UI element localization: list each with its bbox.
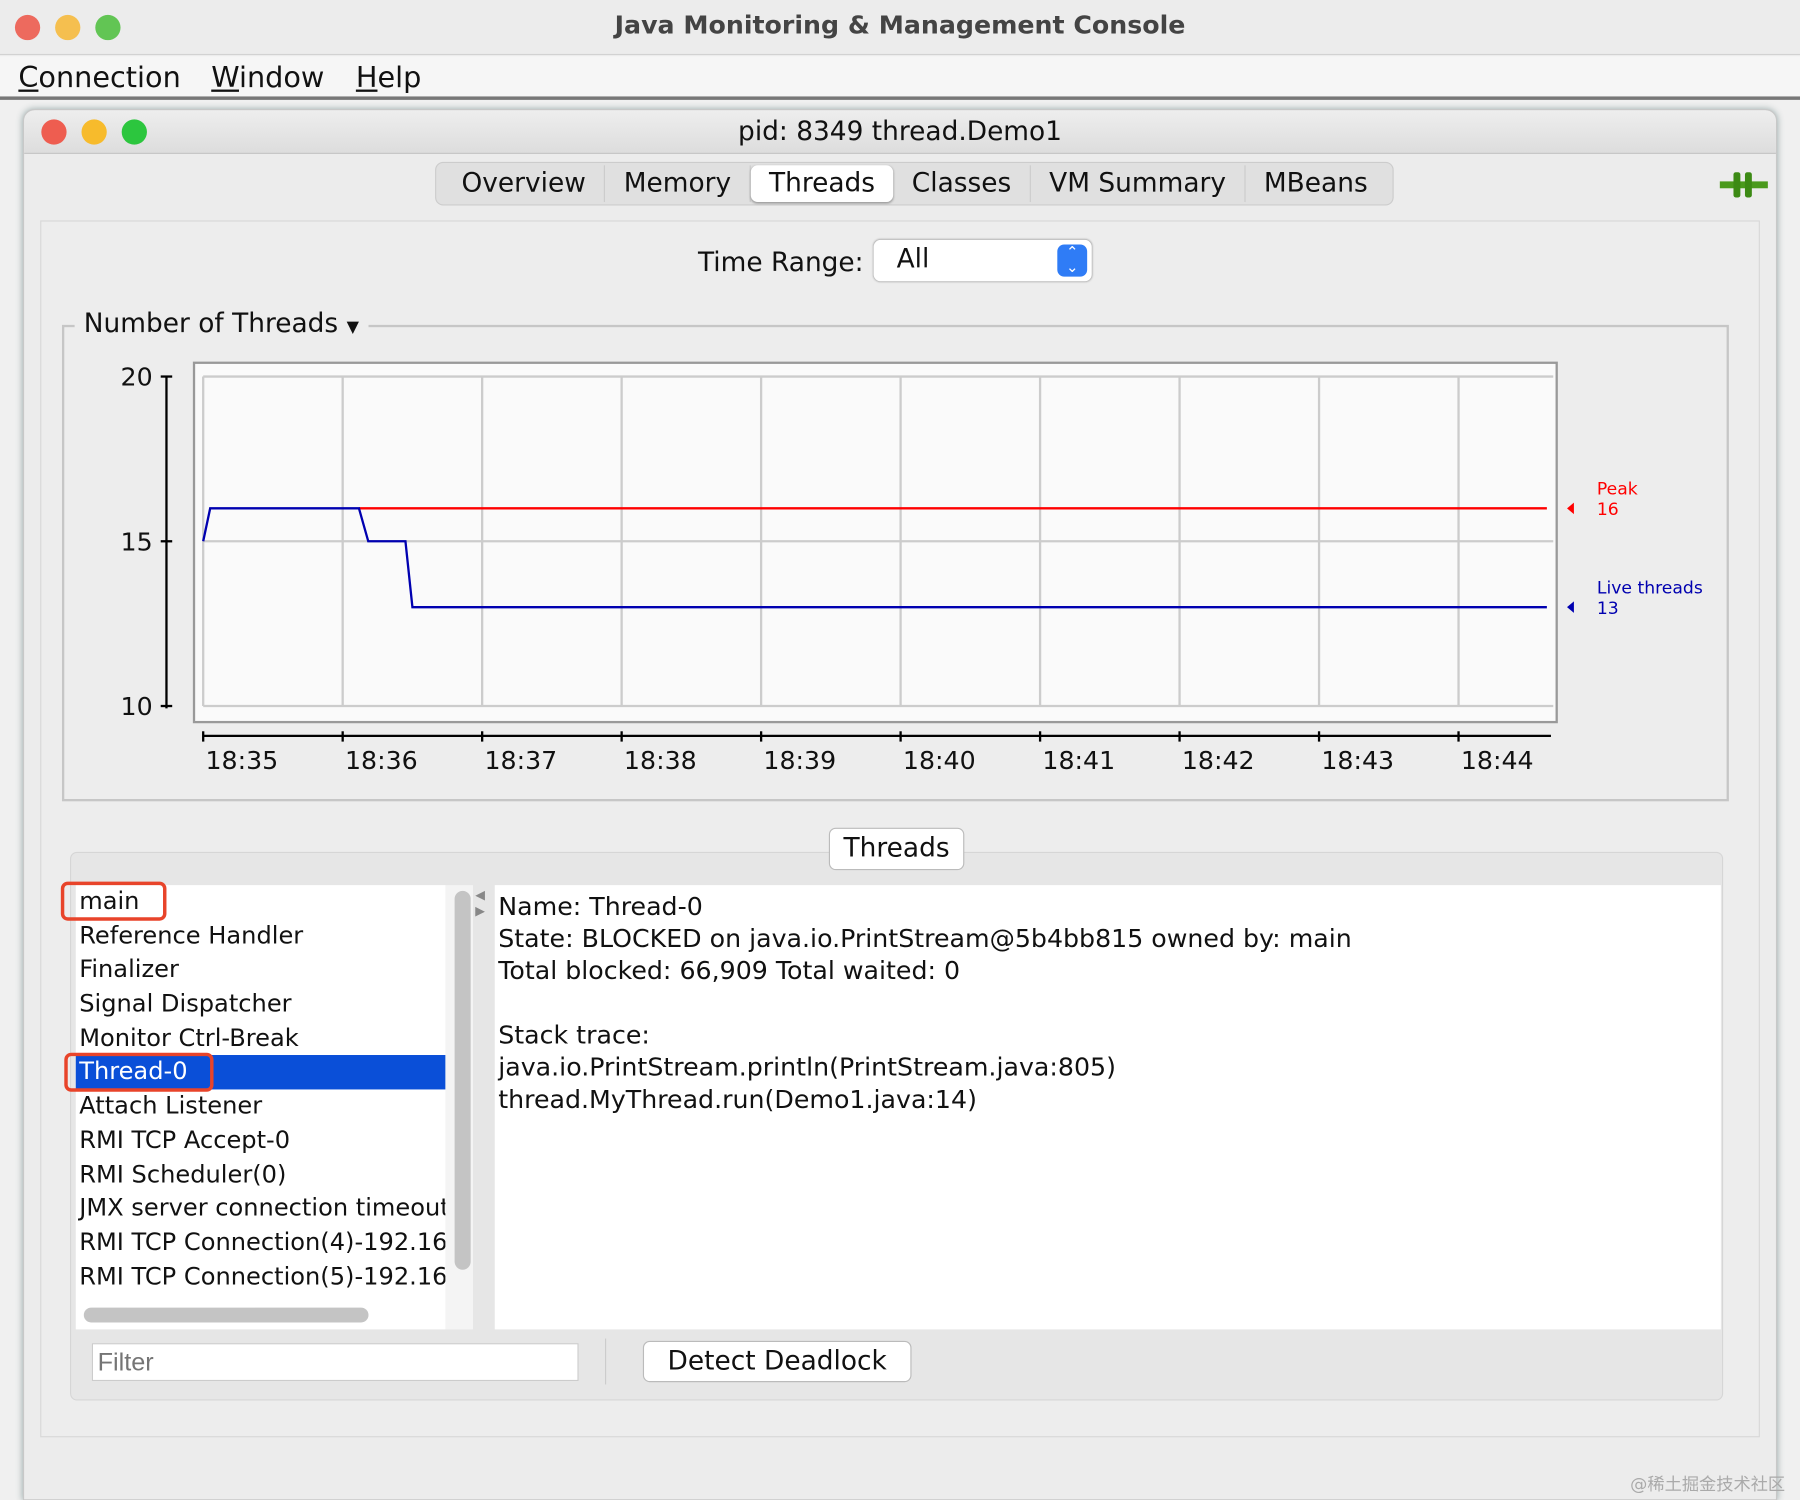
highlight-box [64, 1052, 214, 1092]
detect-deadlock-button[interactable]: Detect Deadlock [642, 1340, 912, 1383]
y-tick-label: 20 [121, 363, 153, 392]
thread-list-item[interactable]: Signal Dispatcher [76, 987, 446, 1021]
app-title: Java Monitoring & Management Console [614, 11, 1186, 41]
x-tick-label: 18:40 [903, 746, 976, 775]
thread-list-item[interactable]: RMI Scheduler(0) [76, 1158, 446, 1192]
y-tick-label: 15 [121, 527, 153, 556]
menu-bar: Connection Window Help [0, 56, 1800, 100]
x-tick-label: 18:41 [1042, 746, 1115, 775]
x-tick-label: 18:44 [1461, 746, 1534, 775]
detail-name: Name: Thread-0 [498, 893, 703, 922]
thread-list-item[interactable]: Reference Handler [76, 919, 446, 953]
thread-list-item[interactable]: Monitor Ctrl-Break [76, 1021, 446, 1055]
x-tick-label: 18:39 [763, 746, 836, 775]
divider [604, 1338, 607, 1385]
stack-frame: java.io.PrintStream.println(PrintStream.… [498, 1053, 1116, 1083]
threads-panel-title: Threads [828, 827, 965, 871]
connection-window: pid: 8349 thread.Demo1 Overview Memory T… [22, 109, 1778, 1500]
split-pane-arrows-icon[interactable]: ◀ ▶ [475, 887, 485, 919]
detail-state: State: BLOCKED on java.io.PrintStream@5b… [498, 925, 1352, 954]
thread-list-item[interactable]: Finalizer [76, 953, 446, 987]
filter-input[interactable] [91, 1343, 579, 1382]
y-tick-label: 10 [121, 692, 153, 721]
series-value: 16 [1597, 500, 1619, 520]
list-vertical-scrollbar[interactable] [454, 890, 471, 1270]
x-tick-label: 18:36 [345, 746, 418, 775]
x-tick-label: 18:38 [624, 746, 697, 775]
thread-list-item[interactable]: RMI TCP Connection(5)-192.168 [76, 1260, 445, 1294]
x-tick-label: 18:35 [205, 746, 278, 775]
thread-list[interactable]: main Reference Handler Finalizer Signal Dis… [60, 881, 446, 1330]
x-tick-label: 18:42 [1182, 746, 1255, 775]
detail-totals: Total blocked: 66,909 Total waited: 0 [498, 957, 961, 987]
thread-list-item[interactable]: Attach Listener [76, 1090, 446, 1124]
x-tick-label: 18:37 [484, 746, 557, 775]
screen: Java Monitoring & Management Console Con… [0, 0, 1800, 1500]
menu-window[interactable]: Window [211, 61, 324, 94]
thread-list-item[interactable]: JMX server connection timeout 1 [76, 1192, 445, 1226]
series-marker-icon [1567, 601, 1574, 613]
app-title-bar: Java Monitoring & Management Console [0, 0, 1800, 56]
series-label: Live threads [1597, 578, 1703, 598]
series-label: Peak [1597, 480, 1638, 500]
series-value: 13 [1597, 599, 1619, 619]
stack-frame: thread.MyThread.run(Demo1.java:14) [498, 1086, 977, 1115]
threads-chart: 18:35 18:36 18:37 18:38 18:39 18:40 18:41 18:42… [121, 361, 1703, 775]
series-marker-icon [1567, 502, 1574, 515]
menu-connection[interactable]: Connection [18, 61, 180, 94]
thread-list-item[interactable]: RMI TCP Connection(4)-192.168 [76, 1226, 445, 1260]
thread-detail: Name: Thread-0 State: BLOCKED on java.io… [494, 885, 1721, 1330]
thread-list-item[interactable]: RMI TCP Accept-0 [76, 1124, 446, 1158]
menu-help[interactable]: Help [356, 61, 421, 94]
list-horizontal-scrollbar[interactable] [83, 1307, 369, 1323]
watermark: @稀土掘金技术社区 [1630, 1474, 1786, 1495]
x-tick-label: 18:43 [1321, 746, 1394, 775]
stack-trace-label: Stack trace: [498, 1021, 650, 1051]
highlight-box [60, 881, 167, 921]
